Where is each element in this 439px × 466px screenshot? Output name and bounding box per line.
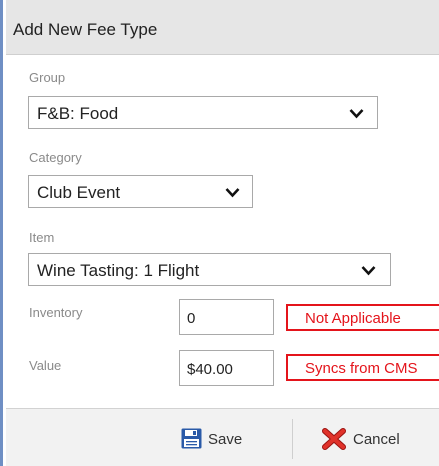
- value-input-value: $40.00: [187, 361, 233, 378]
- chevron-down-icon: [349, 109, 364, 119]
- dialog-titlebar: Add New Fee Type: [6, 0, 439, 55]
- save-button[interactable]: Save: [178, 420, 273, 458]
- inventory-input-value: 0: [187, 310, 196, 327]
- category-select-value: Club Event: [37, 183, 121, 202]
- dialog-footer: Save Cancel: [6, 408, 439, 466]
- add-fee-type-dialog: Add New Fee Type Group F&B: Food Categor…: [0, 0, 439, 466]
- group-select-value: F&B: Food: [37, 104, 119, 123]
- inventory-label: Inventory: [29, 305, 83, 320]
- footer-divider: [292, 419, 293, 459]
- category-select[interactable]: Club Event: [28, 175, 253, 208]
- category-label: Category: [29, 150, 82, 165]
- value-note-text: Syncs from CMS: [305, 360, 418, 377]
- group-select[interactable]: F&B: Food: [28, 96, 378, 129]
- value-label: Value: [29, 358, 62, 373]
- cancel-button[interactable]: Cancel: [319, 420, 429, 458]
- item-label: Item: [29, 230, 55, 245]
- inventory-input[interactable]: 0: [179, 299, 274, 335]
- red-x-icon: [322, 428, 346, 450]
- cancel-button-label: Cancel: [353, 431, 400, 448]
- dialog-title: Add New Fee Type: [13, 20, 158, 39]
- item-select-value: Wine Tasting: 1 Flight: [37, 261, 200, 280]
- item-select[interactable]: Wine Tasting: 1 Flight: [28, 253, 391, 286]
- chevron-down-icon: [225, 188, 240, 198]
- chevron-down-icon: [361, 266, 376, 276]
- inventory-note-text: Not Applicable: [305, 310, 401, 327]
- floppy-disk-icon: [181, 428, 202, 449]
- value-note-badge: Syncs from CMS: [286, 354, 439, 381]
- group-label: Group: [29, 70, 66, 85]
- value-input[interactable]: $40.00: [179, 350, 274, 386]
- save-button-label: Save: [208, 431, 243, 448]
- inventory-note-badge: Not Applicable: [286, 304, 439, 331]
